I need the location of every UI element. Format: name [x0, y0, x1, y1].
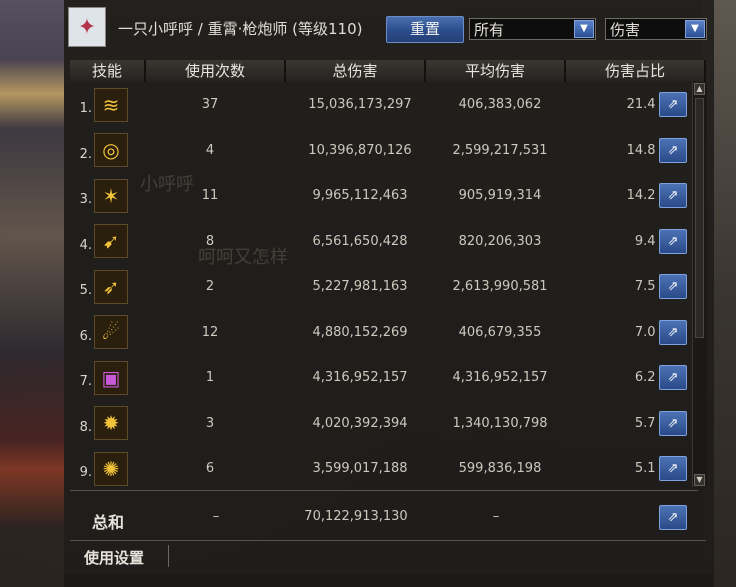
table-row: 9. ✺ 6 3,599,017,188 599,836,198 5.1 % ⇗	[70, 446, 694, 492]
table-row: 7. ▣ 1 4,316,952,157 4,316,952,157 6.2 %…	[70, 355, 694, 401]
share-icon[interactable]: ⇗	[659, 183, 687, 208]
uses-cell: 11	[201, 188, 219, 204]
scroll-thumb[interactable]	[695, 98, 704, 338]
total-damage-cell: 6,561,650,428	[312, 233, 408, 249]
table-body: 1. ≋ 37 15,036,173,297 406,383,062 21.4 …	[70, 82, 694, 492]
row-index: 5.	[79, 283, 92, 299]
bottom-options-strip	[64, 574, 714, 587]
chevron-down-icon[interactable]: ▼	[685, 20, 705, 38]
table-row: 4. ➹ 8 6,561,650,428 820,206,303 9.4 % ⇗	[70, 219, 694, 265]
total-damage-cell: 4,020,392,394	[312, 415, 408, 431]
table-row: 1. ≋ 37 15,036,173,297 406,383,062 21.4 …	[70, 82, 694, 128]
summary-row: 总和 – 70,122,913,130 –	[70, 496, 706, 536]
avg-damage-cell: 4,316,952,157	[452, 370, 548, 386]
total-damage-cell: 4,880,152,269	[312, 324, 408, 340]
summary-label: 总和	[91, 513, 124, 532]
uses-cell: 1	[205, 370, 215, 386]
skill-icon: ➶	[94, 269, 128, 304]
row-index: 4.	[79, 237, 92, 253]
avg-damage-cell: 1,340,130,798	[452, 415, 548, 431]
total-damage-cell: 15,036,173,297	[308, 97, 412, 113]
total-damage-cell: 3,599,017,188	[312, 461, 408, 477]
avg-damage-cell: 599,836,198	[458, 461, 542, 477]
total-damage-cell: 4,316,952,157	[312, 370, 408, 386]
summary-avg: –	[492, 508, 500, 524]
settings-bar: 使用设置	[70, 540, 706, 571]
avg-damage-cell: 905,919,314	[458, 188, 542, 204]
skill-icon: ➹	[94, 224, 128, 259]
row-index: 9.	[79, 465, 92, 481]
player-avatar-icon: ✦	[68, 7, 106, 47]
share-icon[interactable]: ⇗	[659, 365, 687, 390]
share-icon[interactable]: ⇗	[659, 228, 687, 254]
row-index: 1.	[79, 101, 92, 117]
column-header-avg[interactable]: 平均伤害	[426, 60, 566, 82]
scene-left-decoration	[0, 0, 64, 587]
total-damage-cell: 9,965,112,463	[312, 188, 408, 204]
uses-cell: 8	[205, 233, 215, 249]
skill-icon: ✹	[94, 406, 128, 441]
avg-damage-cell: 406,679,355	[458, 324, 542, 340]
filter-select-value: 所有	[474, 21, 505, 39]
row-index: 7.	[79, 374, 92, 390]
avg-damage-cell: 820,206,303	[458, 233, 542, 249]
uses-cell: 12	[201, 324, 219, 340]
skill-damage-table: 技能 使用次数 总伤害 平均伤害 伤害占比 1. ≋ 37 15,036,173…	[70, 60, 707, 540]
filter-select[interactable]: 所有 ▼	[469, 18, 596, 40]
skill-icon: ☄	[94, 315, 128, 350]
settings-label[interactable]: 使用设置	[84, 547, 144, 568]
summary-divider	[70, 490, 698, 491]
column-header-share[interactable]: 伤害占比	[566, 60, 706, 82]
summary-uses: –	[212, 508, 220, 524]
avg-damage-cell: 2,599,217,531	[452, 142, 548, 158]
scroll-down-icon[interactable]: ▼	[694, 474, 705, 486]
summary-total: 70,122,913,130	[304, 508, 408, 524]
character-title: 一只小呼呼 / 重霄·枪炮师 (等级110)	[118, 20, 363, 38]
avg-damage-cell: 406,383,062	[458, 97, 542, 113]
table-row: 3. ✶ 11 9,965,112,463 905,919,314 14.2 %…	[70, 173, 694, 219]
table-header: 技能 使用次数 总伤害 平均伤害 伤害占比	[70, 60, 706, 82]
share-icon[interactable]: ⇗	[659, 274, 687, 299]
total-damage-cell: 10,396,870,126	[308, 142, 412, 158]
metric-select-value: 伤害	[610, 21, 641, 39]
panel-header: ✦ 一只小呼呼 / 重霄·枪炮师 (等级110) 重置 所有 ▼ 伤害 ▼	[64, 4, 714, 50]
skill-icon: ✺	[94, 451, 128, 486]
table-scrollbar[interactable]: ▲ ▼	[692, 82, 707, 487]
metric-select[interactable]: 伤害 ▼	[605, 18, 707, 40]
skill-icon: ✶	[94, 178, 128, 213]
avg-damage-cell: 2,613,990,581	[452, 279, 548, 295]
share-icon[interactable]: ⇗	[659, 137, 687, 163]
table-row: 8. ✹ 3 4,020,392,394 1,340,130,798 5.7 %…	[70, 401, 694, 447]
skill-icon: ≋	[94, 87, 128, 122]
row-index: 8.	[79, 419, 92, 435]
uses-cell: 37	[201, 97, 219, 113]
skill-icon: ◎	[94, 133, 128, 168]
table-row: 5. ➶ 2 5,227,981,163 2,613,990,581 7.5 %…	[70, 264, 694, 310]
row-index: 6.	[79, 328, 92, 344]
uses-cell: 3	[205, 415, 215, 431]
uses-cell: 2	[205, 279, 215, 295]
uses-cell: 6	[205, 461, 215, 477]
uses-cell: 4	[205, 142, 215, 158]
share-icon[interactable]: ⇗	[659, 319, 687, 345]
skill-icon: ▣	[94, 360, 128, 395]
share-icon[interactable]: ⇗	[659, 92, 687, 117]
total-damage-cell: 5,227,981,163	[312, 279, 408, 295]
row-index: 2.	[79, 146, 92, 162]
column-header-total[interactable]: 总伤害	[286, 60, 426, 82]
column-header-uses[interactable]: 使用次数	[146, 60, 286, 82]
table-row: 2. ◎ 4 10,396,870,126 2,599,217,531 14.8…	[70, 128, 694, 174]
share-icon[interactable]: ⇗	[659, 456, 687, 481]
column-header-skill[interactable]: 技能	[70, 60, 146, 82]
chevron-down-icon[interactable]: ▼	[574, 20, 594, 38]
share-icon[interactable]: ⇗	[659, 410, 687, 436]
share-icon[interactable]: ⇗	[659, 505, 687, 530]
reset-button[interactable]: 重置	[386, 16, 464, 43]
table-row: 6. ☄ 12 4,880,152,269 406,679,355 7.0 % …	[70, 310, 694, 356]
row-index: 3.	[79, 192, 92, 208]
scroll-up-icon[interactable]: ▲	[694, 83, 705, 95]
settings-divider	[168, 545, 169, 567]
